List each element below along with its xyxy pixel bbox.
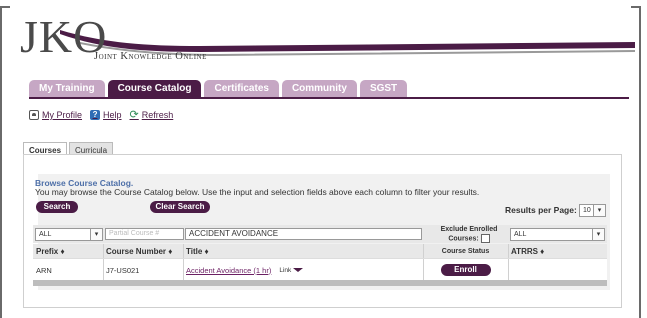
logo-subtitle: Joint Knowledge Online: [94, 51, 207, 62]
exclude-enrolled-label: Exclude Enrolled: [440, 226, 498, 233]
refresh-label: Refresh: [141, 110, 174, 120]
search-button[interactable]: Search: [36, 201, 78, 213]
link-menu-label: Link: [279, 266, 292, 274]
browse-description: You may browse the Course Catalog below.…: [35, 187, 480, 197]
title-filter-input[interactable]: ACCIDENT AVOIDANCE: [185, 228, 422, 240]
cell-atrrs: [508, 259, 607, 281]
course-number-filter-input[interactable]: Partial Course #: [105, 228, 184, 240]
chevron-down-icon: ▾: [592, 229, 604, 240]
course-title-link[interactable]: Accident Avoidance (1 hr): [186, 266, 271, 275]
table-footer-bar: [33, 280, 607, 286]
results-per-page-select[interactable]: 10 ▾: [579, 204, 606, 217]
window-border-top-right: [631, 6, 641, 8]
tab-certificates[interactable]: Certificates: [204, 80, 279, 98]
link-menu[interactable]: Link: [279, 266, 304, 274]
prefix-filter-value: ALL: [39, 231, 52, 238]
cell-prefix: ARN: [36, 265, 52, 275]
window-border-top-left: [0, 6, 10, 8]
dropdown-triangle-icon: [293, 268, 304, 272]
results-per-page-label: Results per Page:: [505, 205, 577, 215]
window-border-left: [0, 6, 2, 318]
tab-course-catalog[interactable]: Course Catalog: [107, 80, 202, 98]
column-header-atrrs[interactable]: ATRRS ♦: [508, 244, 607, 258]
exclude-enrolled-filter: Exclude Enrolled Courses:: [435, 226, 503, 243]
profile-icon: [29, 110, 39, 120]
atrrs-filter-value: ALL: [514, 231, 527, 238]
prefix-filter-select[interactable]: ALL ▾: [35, 228, 103, 241]
filter-row: ALL ▾ Partial Course # ACCIDENT AVOIDANC…: [33, 225, 607, 243]
exclude-enrolled-label-2: Courses:: [448, 235, 479, 243]
atrrs-filter-select[interactable]: ALL ▾: [510, 228, 605, 241]
utility-links: My Profile ? Help ⟳ Refresh: [29, 109, 174, 121]
table-header-row: Prefix ♦ Course Number ♦ Title ♦ Course …: [33, 244, 607, 258]
table-row: ARN J7-US021 Accident Avoidance (1 hr) L…: [33, 258, 607, 281]
chevron-down-icon: ▾: [90, 229, 102, 240]
my-profile-label: My Profile: [42, 110, 83, 120]
column-header-title[interactable]: Title ♦: [183, 244, 423, 258]
clear-search-button[interactable]: Clear Search: [150, 201, 210, 213]
results-per-page-value: 10: [583, 207, 591, 214]
help-label: Help: [103, 110, 122, 120]
exclude-enrolled-checkbox[interactable]: [480, 234, 490, 243]
column-header-course-status: Course Status: [441, 247, 490, 255]
my-profile-link[interactable]: My Profile: [29, 110, 82, 120]
enroll-button[interactable]: Enroll: [440, 264, 491, 276]
tab-community[interactable]: Community: [281, 80, 357, 98]
cell-course-status: Enroll: [423, 259, 508, 281]
tab-my-training[interactable]: My Training: [29, 80, 105, 98]
cell-title: Accident Avoidance (1 hr) Link: [183, 259, 423, 281]
tab-underline: [29, 97, 629, 99]
main-tabs: My Training Course Catalog Certificates …: [29, 80, 408, 98]
column-header-course-number[interactable]: Course Number ♦: [103, 244, 183, 258]
cell-course-number: J7-US021: [106, 265, 140, 275]
tab-sgst[interactable]: SGST: [359, 80, 408, 98]
column-header-prefix[interactable]: Prefix ♦: [33, 244, 103, 258]
help-link[interactable]: ? Help: [90, 110, 122, 120]
chevron-down-icon: ▾: [593, 205, 605, 216]
help-icon: ?: [90, 110, 101, 120]
refresh-icon: ⟳: [129, 109, 139, 121]
refresh-link[interactable]: ⟳ Refresh: [129, 109, 174, 121]
